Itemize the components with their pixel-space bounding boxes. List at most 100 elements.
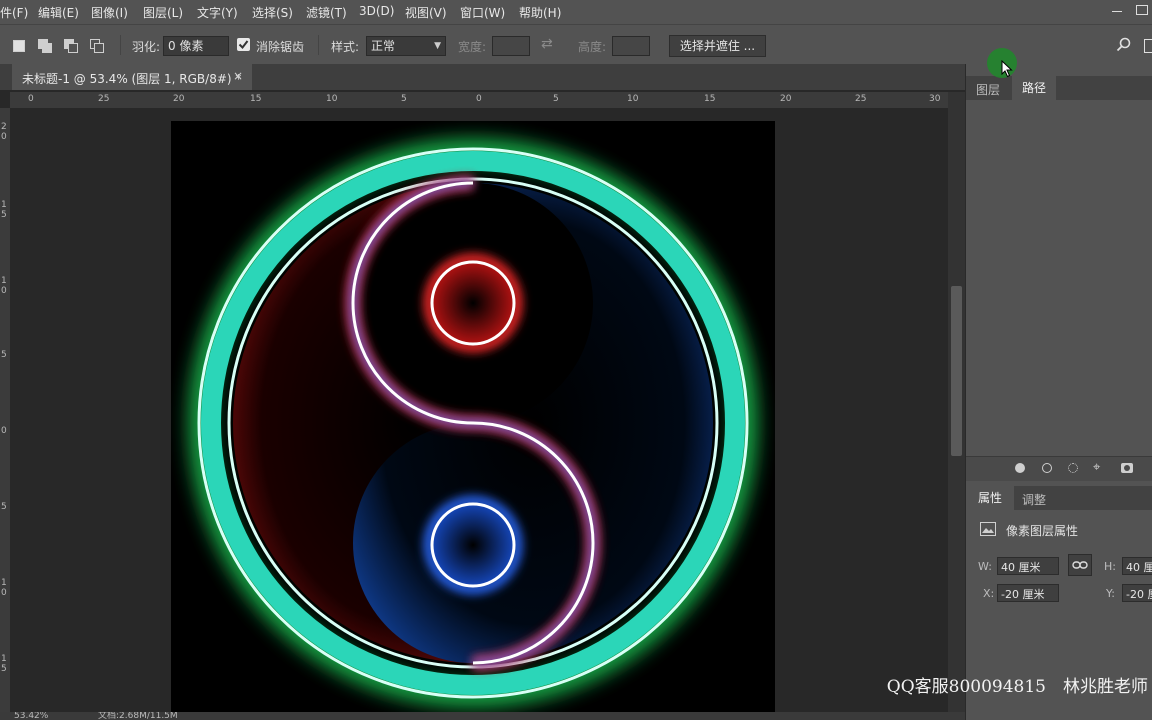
tab-properties[interactable]: 属性 [966, 486, 1015, 510]
scrollbar-thumb[interactable] [951, 286, 962, 456]
height-field[interactable]: 40 厘米 [1122, 557, 1152, 575]
intersect-selection-icon[interactable] [90, 39, 104, 53]
red-dot [430, 260, 516, 346]
width-field[interactable]: 40 厘米 [997, 557, 1059, 575]
ruler-label: 25 [98, 94, 110, 104]
feather-input[interactable]: 0 像素 [163, 36, 229, 56]
add-mask-icon[interactable] [1121, 463, 1133, 473]
ruler-label: 1 [1, 276, 7, 286]
x-field[interactable]: -20 厘米 [997, 584, 1059, 602]
y-field[interactable]: -20 厘米 [1122, 584, 1152, 602]
status-bar: 53.42% 文档:2.68M/11.5M [0, 712, 965, 720]
swap-icon: ⇄ [541, 36, 553, 52]
document-tab-bar: 未标题-1 @ 53.4% (图层 1, RGB/8#) * × [0, 64, 965, 90]
workspace-icon[interactable] [1144, 39, 1152, 53]
document-size: 文档:2.68M/11.5M [98, 712, 178, 720]
ruler-label: 0 [1, 588, 7, 598]
mouse-cursor-icon [1001, 59, 1013, 81]
tab-paths[interactable]: 路径 [1012, 76, 1057, 100]
ruler-label: 15 [704, 94, 716, 104]
ruler-label: 0 [28, 94, 34, 104]
ruler-label: 10 [627, 94, 639, 104]
ruler-label: 25 [855, 94, 867, 104]
ruler-label: 1 [1, 200, 7, 210]
document-tab[interactable]: 未标题-1 @ 53.4% (图层 1, RGB/8#) * × [12, 64, 252, 90]
ruler-label: 1 [1, 654, 7, 664]
horizontal-ruler: 0 25 20 15 10 5 0 5 10 15 20 25 30 [10, 92, 948, 109]
stroke-path-icon[interactable] [1042, 463, 1052, 473]
chevron-down-icon: ▼ [434, 41, 441, 51]
menu-filter[interactable]: 滤镜(T) [306, 4, 347, 21]
restore-icon[interactable] [1136, 5, 1148, 15]
menu-select[interactable]: 选择(S) [252, 4, 293, 21]
properties-title: 像素图层属性 [1006, 524, 1079, 538]
antialias-checkbox[interactable] [237, 38, 250, 51]
menu-help[interactable]: 帮助(H) [519, 4, 561, 21]
antialias-label: 消除锯齿 [256, 40, 305, 54]
height-input [612, 36, 650, 56]
ruler-label: 5 [1, 664, 7, 674]
tab-adjustments[interactable]: 调整 [1022, 491, 1046, 508]
new-selection-icon[interactable] [12, 39, 26, 53]
ruler-label: 20 [780, 94, 792, 104]
menu-3d[interactable]: 3D(D) [359, 4, 394, 18]
ruler-label: 30 [929, 94, 941, 104]
watermark-text: QQ客服800094815 林兆胜老师 [886, 677, 1148, 697]
load-selection-icon[interactable] [1068, 463, 1078, 473]
ruler-label: 0 [1, 426, 7, 436]
paths-panel-body [966, 100, 1152, 456]
ruler-label: 10 [326, 94, 338, 104]
ruler-label: 5 [401, 94, 407, 104]
link-icon[interactable] [1068, 554, 1092, 576]
select-and-mask-button[interactable]: 选择并遮住 ... [669, 35, 766, 57]
canvas-area[interactable] [10, 108, 948, 712]
ruler-label: 1 [1, 578, 7, 588]
menu-bar: 件(F) 编辑(E) 图像(I) 图层(L) 文字(Y) 选择(S) 滤镜(T)… [0, 0, 1152, 24]
ruler-label: 5 [1, 350, 7, 360]
ruler-label: 15 [250, 94, 262, 104]
window-controls [1112, 0, 1152, 24]
blue-dot [430, 502, 516, 588]
properties-panel-tabs: 属性 调整 [966, 486, 1152, 510]
document-canvas[interactable] [171, 121, 775, 712]
make-work-path-icon[interactable]: ⌖ [1093, 460, 1100, 475]
ruler-label: 2 [1, 122, 7, 132]
subtract-selection-icon[interactable] [64, 39, 78, 53]
h-label: H: [1104, 560, 1116, 573]
options-bar: 羽化: 0 像素 消除锯齿 样式: 正常 ▼ 宽度: ⇄ 高度: 选择并遮住 .… [0, 24, 1152, 65]
search-icon[interactable] [1116, 37, 1132, 56]
tab-layers[interactable]: 图层 [976, 81, 1000, 98]
vertical-ruler: 2 0 1 5 1 0 5 0 5 1 0 1 5 [0, 108, 10, 720]
ruler-label: 0 [1, 132, 7, 142]
menu-image[interactable]: 图像(I) [91, 4, 128, 21]
width-input [492, 36, 530, 56]
ruler-label: 0 [476, 94, 482, 104]
style-select[interactable]: 正常 ▼ [366, 36, 446, 56]
menu-edit[interactable]: 编辑(E) [38, 4, 79, 21]
x-label: X: [983, 587, 995, 600]
ruler-label: 20 [173, 94, 185, 104]
feather-label: 羽化: [132, 40, 161, 54]
menu-type[interactable]: 文字(Y) [197, 4, 238, 21]
menu-layer[interactable]: 图层(L) [143, 4, 183, 21]
y-label: Y: [1106, 587, 1115, 600]
yin-yang-artwork [190, 140, 756, 706]
minimize-icon[interactable] [1112, 11, 1122, 12]
pixel-layer-icon [980, 522, 996, 536]
width-label: 宽度: [458, 40, 487, 54]
add-selection-icon[interactable] [38, 39, 52, 53]
style-select-value: 正常 [371, 39, 396, 53]
zoom-level[interactable]: 53.42% [14, 712, 48, 720]
menu-window[interactable]: 窗口(W) [460, 4, 505, 21]
ruler-label: 5 [1, 502, 7, 512]
height-label: 高度: [578, 40, 607, 54]
fill-path-icon[interactable] [1015, 463, 1025, 473]
paths-panel-footer: ⌖ [966, 456, 1152, 481]
ruler-label: 0 [1, 286, 7, 296]
close-icon[interactable]: × [233, 69, 243, 83]
menu-file[interactable]: 件(F) [0, 4, 28, 21]
w-label: W: [978, 560, 992, 573]
ruler-label: 5 [553, 94, 559, 104]
menu-view[interactable]: 视图(V) [405, 4, 447, 21]
document-tab-title: 未标题-1 @ 53.4% (图层 1, RGB/8#) * [22, 72, 242, 86]
